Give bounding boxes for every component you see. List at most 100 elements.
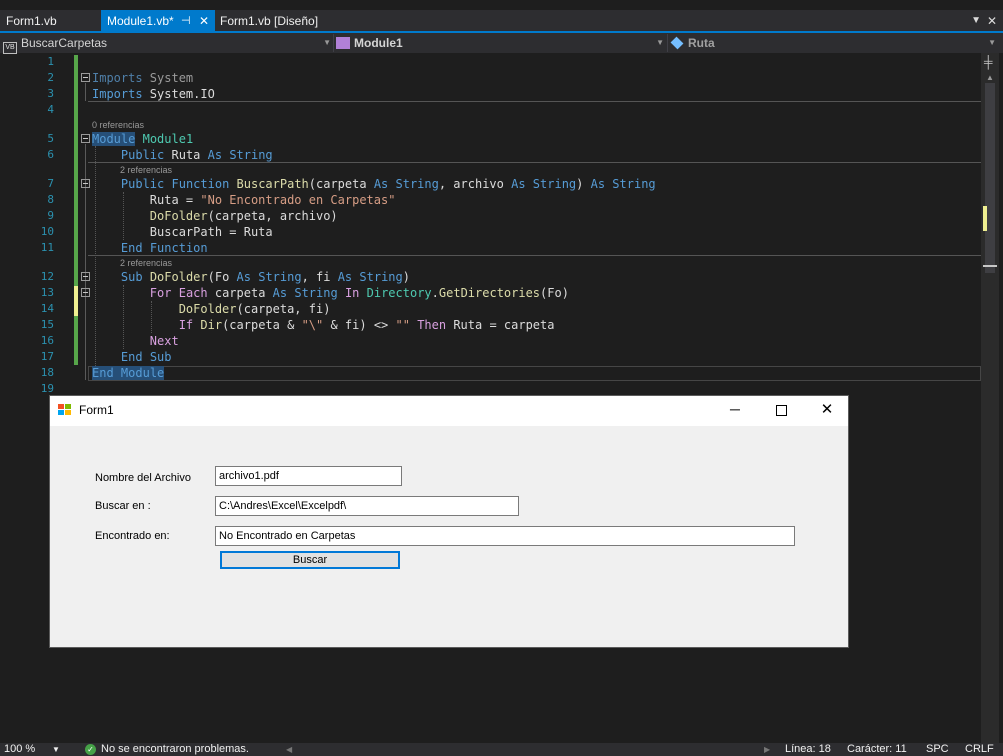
line-number: 18 <box>40 366 54 379</box>
window-title: Form1 <box>79 403 114 417</box>
line-number: 12 <box>40 270 54 283</box>
code-line[interactable]: If Dir(carpeta & "\" & fi) <> "" Then Ru… <box>92 317 555 333</box>
line-number: 9 <box>47 209 54 222</box>
line-number: 7 <box>47 177 54 190</box>
line-number: 15 <box>40 318 54 331</box>
document-tab-strip: Form1.vb Module1.vb* ⊣ ✕ Form1.vb [Diseñ… <box>0 10 1003 32</box>
code-line[interactable]: Ruta = "No Encontrado en Carpetas" <box>92 192 396 208</box>
nombre-label: Nombre del Archivo <box>95 472 191 484</box>
line-number: 16 <box>40 334 54 347</box>
line-indicator: Línea: 18 <box>785 743 831 755</box>
buscar-button[interactable]: Buscar <box>220 551 400 569</box>
unsaved-change-indicator <box>74 286 78 316</box>
minimize-button[interactable]: ─ <box>712 396 758 425</box>
scroll-right-icon[interactable]: ▶ <box>764 743 770 756</box>
status-bar: 100 % ▼ ✓ No se encontraron problemas. ◀… <box>0 743 1003 756</box>
line-number: 10 <box>40 225 54 238</box>
issues-status[interactable]: No se encontraron problemas. <box>101 743 249 756</box>
line-number: 5 <box>47 132 54 145</box>
vb-project-icon: VB <box>3 42 17 54</box>
collapse-icon[interactable] <box>81 288 90 297</box>
tab-label: Module1.vb* <box>107 14 174 28</box>
code-line[interactable]: End Sub <box>92 349 172 365</box>
field-icon <box>670 36 684 50</box>
chevron-down-icon: ▼ <box>988 38 996 47</box>
project-dropdown[interactable]: VB BuscarCarpetas ▼ <box>3 34 331 54</box>
char-indicator: Carácter: 11 <box>847 743 907 755</box>
tab-form1-designer[interactable]: Form1.vb [Diseño] <box>214 10 334 32</box>
line-ending-indicator[interactable]: CRLF <box>965 743 994 756</box>
code-line[interactable]: End Function <box>92 240 208 256</box>
encontrado-en-input[interactable] <box>215 526 795 546</box>
type-name: Module1 <box>354 36 403 50</box>
collapse-icon[interactable] <box>81 179 90 188</box>
codelens-references[interactable]: 0 referencias <box>92 119 144 131</box>
code-line[interactable]: Module Module1 <box>92 131 193 147</box>
buscar-label: Buscar en : <box>95 500 151 512</box>
code-line[interactable]: End Module <box>92 365 165 381</box>
method-separator <box>88 101 981 102</box>
zoom-level[interactable]: 100 % <box>4 743 35 756</box>
close-icon[interactable]: ✕ <box>987 10 997 32</box>
window-titlebar[interactable]: Form1 ─ ✕ <box>50 396 848 426</box>
code-line[interactable]: BuscarPath = Ruta <box>92 224 273 240</box>
scroll-up-icon[interactable]: ▲ <box>986 73 994 82</box>
line-number: 13 <box>40 286 54 299</box>
tab-label: Form1.vb [Diseño] <box>220 14 319 28</box>
code-line[interactable]: Next <box>92 333 179 349</box>
scrollbar-thumb[interactable] <box>985 83 995 273</box>
line-number: 14 <box>40 302 54 315</box>
whitespace-indicator[interactable]: SPC <box>926 743 949 756</box>
collapse-icon[interactable] <box>81 73 90 82</box>
project-name: BuscarCarpetas <box>21 36 108 50</box>
tab-form1-vb[interactable]: Form1.vb <box>0 10 98 32</box>
form1-window: Form1 ─ ✕ Nombre del Archivo Buscar en :… <box>49 395 849 648</box>
navbar-divider <box>333 34 334 52</box>
line-number: 6 <box>47 148 54 161</box>
maximize-button[interactable] <box>758 396 804 425</box>
buscar-en-input[interactable] <box>215 496 519 516</box>
check-circle-icon: ✓ <box>85 744 96 755</box>
chevron-down-icon[interactable]: ▼ <box>52 743 60 756</box>
code-line[interactable]: Sub DoFolder(Fo As String, fi As String) <box>92 269 410 285</box>
change-indicator <box>74 55 78 365</box>
nombre-archivo-input[interactable] <box>215 466 402 486</box>
scroll-left-icon[interactable]: ◀ <box>286 743 292 756</box>
line-number: 17 <box>40 350 54 363</box>
tab-label: Form1.vb <box>6 14 57 28</box>
navigation-bar: VB BuscarCarpetas ▼ Module1 ▼ Ruta ▼ <box>0 33 1003 54</box>
code-line[interactable]: Imports System <box>92 70 193 86</box>
code-line[interactable]: Imports System.IO <box>92 86 215 102</box>
type-dropdown[interactable]: Module1 ▼ <box>336 34 664 52</box>
member-dropdown[interactable]: Ruta ▼ <box>670 34 996 52</box>
navbar-divider <box>667 34 668 52</box>
pin-icon[interactable]: ⊣ <box>181 10 191 32</box>
line-number: 2 <box>47 71 54 84</box>
member-name: Ruta <box>688 36 715 50</box>
code-line[interactable]: For Each carpeta As String In Directory.… <box>92 285 569 301</box>
vertical-scrollbar[interactable]: ╪ ▲ <box>981 53 999 743</box>
outline-line <box>85 83 86 101</box>
split-window-icon[interactable]: ╪ <box>984 55 993 69</box>
collapse-icon[interactable] <box>81 272 90 281</box>
chevron-down-icon: ▼ <box>323 38 331 47</box>
codelens-references[interactable]: 2 referencias <box>120 164 172 176</box>
code-line[interactable]: DoFolder(carpeta, archivo) <box>92 208 338 224</box>
code-line[interactable]: DoFolder(carpeta, fi) <box>92 301 331 317</box>
line-number: 3 <box>47 87 54 100</box>
line-number: 1 <box>47 55 54 68</box>
chevron-down-icon[interactable]: ▼ <box>971 10 981 32</box>
close-button[interactable]: ✕ <box>804 396 850 425</box>
encontrado-label: Encontrado en: <box>95 530 170 542</box>
code-line[interactable]: Public Function BuscarPath(carpeta As St… <box>92 176 656 192</box>
caret-marker <box>983 265 997 267</box>
module-icon <box>336 37 350 49</box>
form-app-icon <box>58 404 72 417</box>
close-icon[interactable]: ✕ <box>199 10 209 32</box>
codelens-references[interactable]: 2 referencias <box>120 257 172 269</box>
code-line[interactable]: Public Ruta As String <box>92 147 273 163</box>
tab-module1-vb[interactable]: Module1.vb* ⊣ ✕ <box>101 10 215 32</box>
chevron-down-icon: ▼ <box>656 38 664 47</box>
collapse-icon[interactable] <box>81 134 90 143</box>
method-separator <box>88 255 981 256</box>
